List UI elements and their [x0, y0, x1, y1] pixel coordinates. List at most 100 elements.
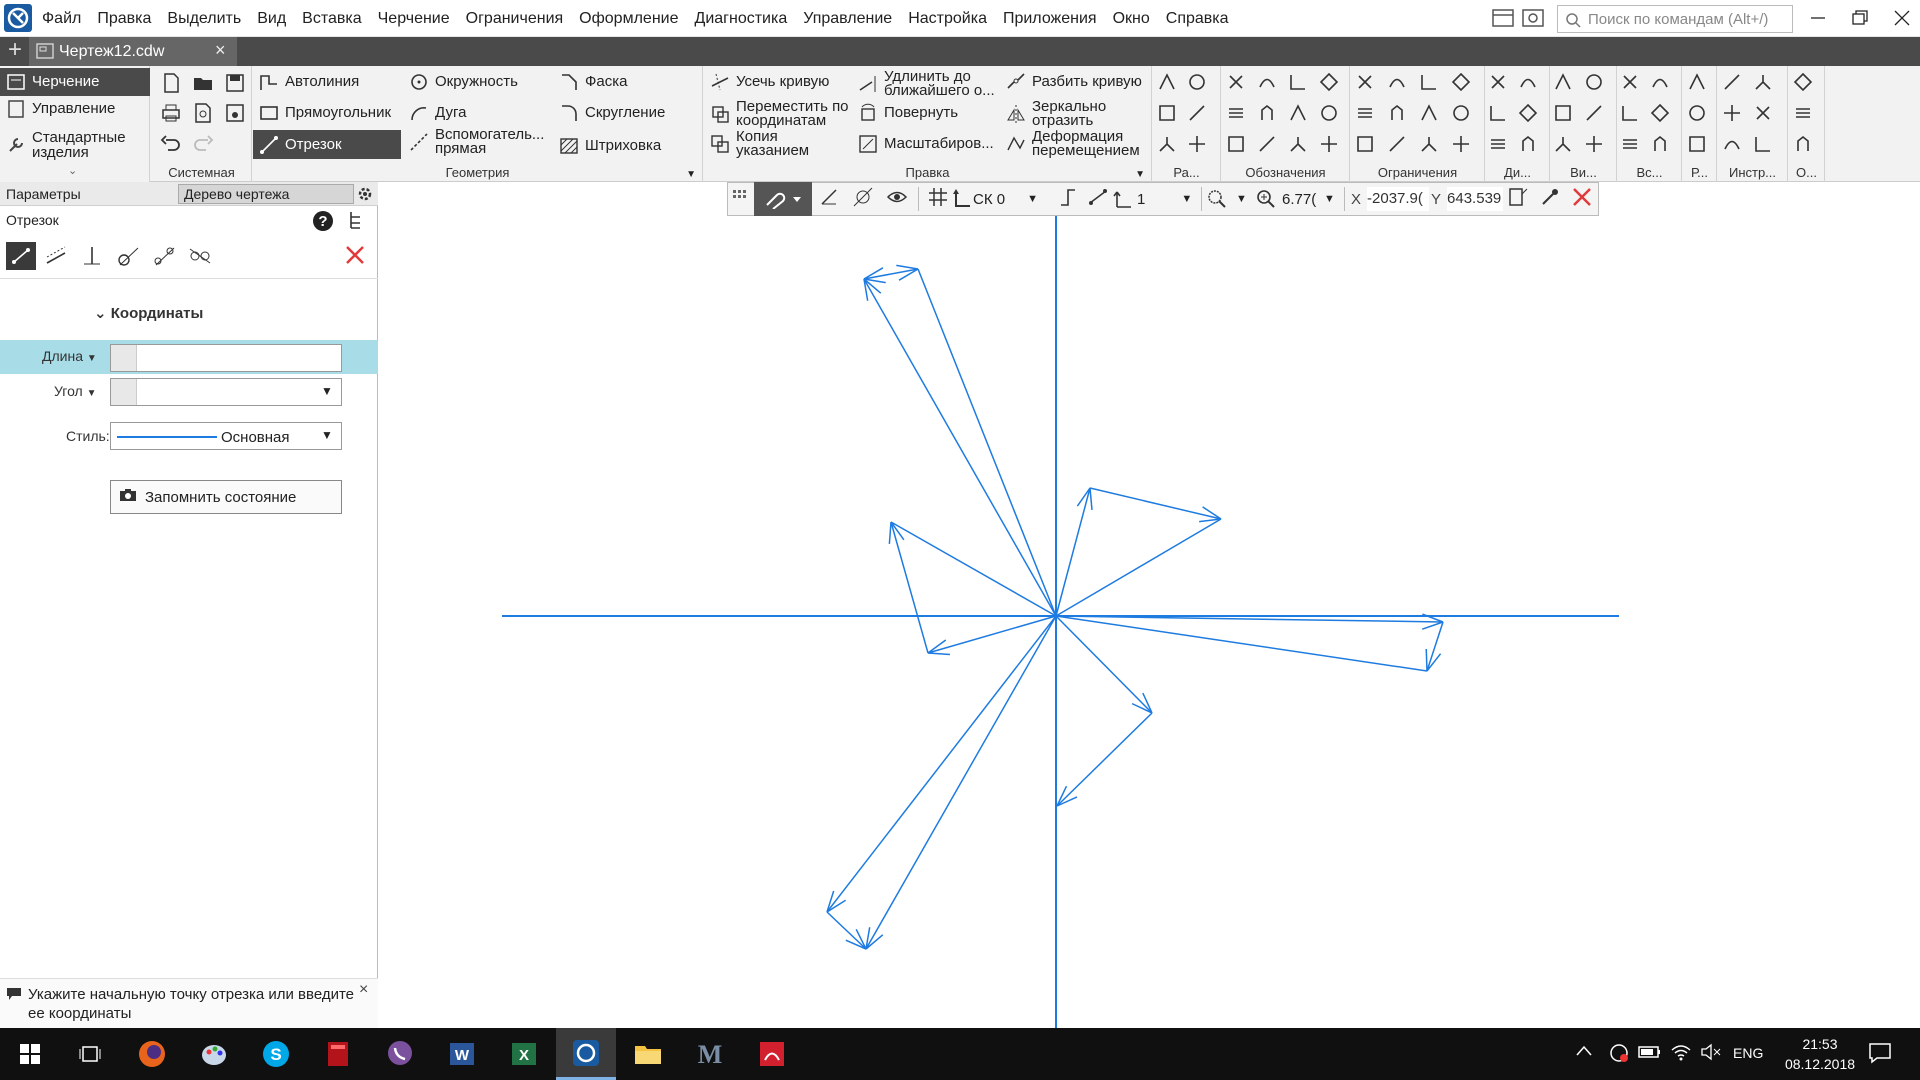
ribbon-tool-icon[interactable]: [1419, 103, 1441, 125]
action-center-icon[interactable]: [1868, 1042, 1892, 1069]
ribbon-tool-icon[interactable]: [1387, 134, 1409, 156]
sketch-segment[interactable]: [863, 278, 1057, 617]
ribbon-tool-icon[interactable]: [1157, 134, 1179, 156]
sketch-segment[interactable]: [1055, 615, 1428, 672]
menu-item-apps[interactable]: Приложения: [1003, 10, 1097, 28]
geometry-expand-icon[interactable]: ▼: [686, 169, 696, 180]
sketch-segment[interactable]: [1055, 487, 1091, 617]
close-window-icon[interactable]: [1892, 8, 1912, 33]
mode-tangent-icon[interactable]: [116, 245, 140, 272]
cursor-snap-icon[interactable]: [846, 186, 880, 212]
angle-input[interactable]: ▼: [110, 378, 342, 406]
mode-standard-parts[interactable]: Стандартные изделия: [0, 130, 132, 160]
ribbon-tool-icon[interactable]: [1319, 72, 1341, 94]
close-hint-icon[interactable]: ×: [359, 981, 368, 999]
measure-icon[interactable]: [1083, 187, 1113, 211]
layer-select[interactable]: 1 ▼: [1113, 189, 1197, 209]
segment-button[interactable]: Отрезок: [253, 130, 401, 159]
ribbon-tool-icon[interactable]: [1157, 103, 1179, 125]
mode-tangent-two-icon[interactable]: [152, 245, 176, 272]
sketch-segment[interactable]: [890, 521, 1057, 617]
sketch-segment[interactable]: [826, 911, 867, 950]
extend-button[interactable]: Удлинить до ближайшего о...: [858, 69, 1014, 98]
arrow-head[interactable]: [888, 521, 892, 544]
ribbon-tool-icon[interactable]: [1722, 134, 1744, 156]
deform-button[interactable]: Деформация перемещением: [1006, 129, 1152, 158]
ribbon-tool-icon[interactable]: [1620, 72, 1642, 94]
point-snap-icon[interactable]: [1503, 186, 1533, 212]
edit-expand-icon[interactable]: ▼: [1135, 169, 1145, 180]
settings-window-icon[interactable]: [1522, 8, 1544, 33]
taskbar-excel[interactable]: X: [494, 1028, 554, 1080]
ribbon-tool-icon[interactable]: [1650, 134, 1672, 156]
remember-state-button[interactable]: Запомнить состояние: [110, 480, 342, 514]
visibility-eye-icon[interactable]: [880, 186, 914, 212]
ribbon-tool-icon[interactable]: [1355, 103, 1377, 125]
ribbon-tool-icon[interactable]: [1226, 72, 1248, 94]
sketch-segment[interactable]: [865, 615, 1057, 950]
ribbon-tool-icon[interactable]: [1488, 134, 1510, 156]
ribbon-tool-icon[interactable]: [1451, 103, 1473, 125]
sketch-segment[interactable]: [1056, 712, 1153, 807]
y-coordinate-input[interactable]: 643.539: [1447, 187, 1504, 211]
ribbon-tool-icon[interactable]: [1355, 72, 1377, 94]
save-icon[interactable]: [224, 72, 246, 94]
ribbon-tool-icon[interactable]: [1319, 103, 1341, 125]
new-tab-button[interactable]: +: [3, 38, 27, 63]
menu-item-constraints[interactable]: Ограничения: [466, 10, 564, 28]
ribbon-tool-icon[interactable]: [1518, 134, 1540, 156]
taskbar-word[interactable]: W: [432, 1028, 492, 1080]
menu-item-select[interactable]: Выделить: [167, 10, 241, 28]
language-indicator[interactable]: ENG: [1733, 1045, 1763, 1061]
ribbon-tool-icon[interactable]: [1620, 103, 1642, 125]
rotate-button[interactable]: Повернуть: [858, 103, 958, 123]
drag-handle-icon[interactable]: [732, 189, 754, 209]
save-as-icon[interactable]: [224, 102, 246, 124]
help-icon[interactable]: ?: [312, 210, 334, 237]
arc-button[interactable]: Дуга: [409, 103, 466, 123]
trim-curve-button[interactable]: Усечь кривую: [710, 72, 829, 92]
ribbon-tool-icon[interactable]: [1553, 103, 1575, 125]
ribbon-tool-icon[interactable]: [1793, 103, 1815, 125]
ribbon-tool-icon[interactable]: [1319, 134, 1341, 156]
sketch-segment[interactable]: [1055, 615, 1153, 714]
zoom-select[interactable]: 6.77(▼: [1256, 189, 1340, 209]
ribbon-tool-icon[interactable]: [1518, 72, 1540, 94]
ribbon-tool-icon[interactable]: [1584, 103, 1606, 125]
grid-icon[interactable]: [923, 187, 953, 211]
undo-icon[interactable]: [160, 132, 182, 154]
ribbon-tool-icon[interactable]: [1488, 103, 1510, 125]
arrow-head[interactable]: [1089, 487, 1093, 510]
ribbon-tool-icon[interactable]: [1257, 103, 1279, 125]
ribbon-tool-icon[interactable]: [1687, 134, 1709, 156]
notification-app-icon[interactable]: [1608, 1042, 1630, 1069]
style-select[interactable]: Основная ▼: [110, 422, 342, 450]
arrow-head[interactable]: [1421, 621, 1444, 630]
ribbon-tool-icon[interactable]: [1753, 134, 1775, 156]
chevron-down-icon[interactable]: ▼: [321, 384, 333, 398]
chevron-down-icon[interactable]: ▼: [321, 428, 333, 442]
ribbon-tool-icon[interactable]: [1257, 134, 1279, 156]
ribbon-tool-icon[interactable]: [1584, 72, 1606, 94]
local-snap-icon[interactable]: [812, 186, 846, 212]
taskbar-explorer[interactable]: [618, 1028, 678, 1080]
taskbar-app-red[interactable]: [308, 1028, 368, 1080]
task-view-button[interactable]: [60, 1028, 120, 1080]
sketch-segment[interactable]: [1089, 487, 1222, 520]
fillet-button[interactable]: Скругление: [559, 103, 665, 123]
mode-parallel-icon[interactable]: [44, 245, 68, 272]
ribbon-tool-icon[interactable]: [1387, 72, 1409, 94]
ribbon-tool-icon[interactable]: [1488, 72, 1510, 94]
clock[interactable]: 21:53 08.12.2018: [1780, 1034, 1860, 1074]
ribbon-tool-icon[interactable]: [1553, 72, 1575, 94]
length-input[interactable]: [110, 344, 342, 372]
ribbon-tool-icon[interactable]: [1288, 103, 1310, 125]
split-curve-button[interactable]: Разбить кривую: [1006, 72, 1142, 92]
ribbon-tool-icon[interactable]: [1288, 134, 1310, 156]
mode-two-points-icon[interactable]: [6, 242, 36, 270]
preview-icon[interactable]: [192, 102, 214, 124]
mode-bisector-icon[interactable]: [188, 245, 212, 272]
coords-section-toggle[interactable]: ⌄ Координаты: [94, 304, 203, 322]
ribbon-tool-icon[interactable]: [1226, 134, 1248, 156]
rectangle-button[interactable]: Прямоугольник: [259, 103, 391, 123]
